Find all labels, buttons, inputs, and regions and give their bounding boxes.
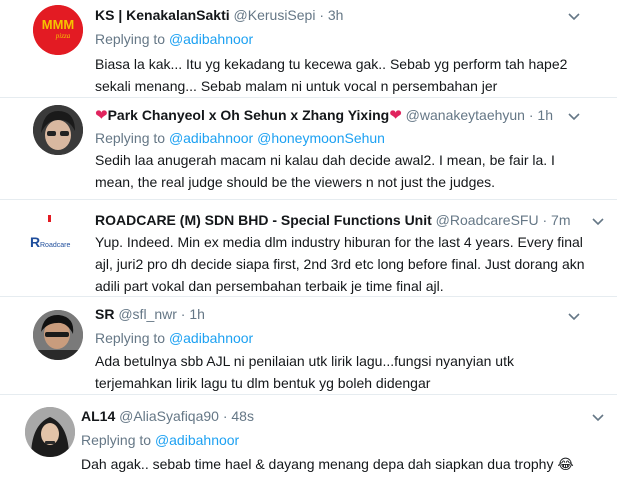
heart-icon: ❤ <box>95 107 108 124</box>
reply-mention-link[interactable]: @adibahnoor <box>169 130 253 146</box>
timestamp[interactable]: · 3h <box>319 7 343 23</box>
author-handle[interactable]: @RoadcareSFU <box>436 212 539 228</box>
replying-to-label: Replying to <box>95 31 166 47</box>
author-handle[interactable]: @wanakeytaehyun <box>406 107 525 123</box>
svg-text:MMM: MMM <box>42 17 75 32</box>
roadcare-logo-text: Roadcare <box>40 242 70 249</box>
author-name[interactable]: ROADCARE (M) SDN BHD - Special Functions… <box>95 212 432 228</box>
avatar[interactable] <box>25 407 75 457</box>
reply-mention-link[interactable]: @adibahnoor <box>155 432 239 448</box>
replying-to-label: Replying to <box>95 130 166 146</box>
tweet-text: Yup. Indeed. Min ex media dlm industry h… <box>95 234 585 294</box>
replying-to-label: Replying to <box>95 330 166 346</box>
chevron-down-icon[interactable] <box>590 213 606 229</box>
tweet[interactable]: AL14 @AliaSyafiqa90 · 48s Replying to @a… <box>0 395 617 482</box>
avatar[interactable]: MMM pizza <box>33 5 83 55</box>
tweet-text: Sedih laa anugerah macam ni kalau dah de… <box>95 152 555 190</box>
svg-text:pizza: pizza <box>55 32 71 40</box>
heart-icon: ❤ <box>389 107 402 124</box>
author-name[interactable]: KS | KenakalanSakti <box>95 7 230 23</box>
author-handle[interactable]: @sfl_nwr <box>118 306 177 322</box>
timestamp[interactable]: · 48s <box>223 408 254 424</box>
timestamp[interactable]: · 1h <box>529 107 553 123</box>
author-handle[interactable]: @AliaSyafiqa90 <box>119 408 219 424</box>
tweet[interactable]: SR @sfl_nwr · 1h Replying to @adibahnoor… <box>0 297 617 395</box>
tweet-text: Dah agak.. sebab time hael & dayang mena… <box>81 456 574 472</box>
replying-to-label: Replying to <box>81 432 152 448</box>
avatar[interactable] <box>33 105 83 155</box>
svg-text:R: R <box>30 234 40 250</box>
author-name[interactable]: AL14 <box>81 408 115 424</box>
tweet[interactable]: MMM pizza KS | KenakalanSakti @KerusiSep… <box>0 0 617 98</box>
tweet[interactable]: ❤Park Chanyeol x Oh Sehun x Zhang Yixing… <box>0 98 617 200</box>
chevron-down-icon[interactable] <box>566 308 582 324</box>
chevron-down-icon[interactable] <box>566 108 582 124</box>
avatar[interactable]: R Roadcare <box>25 210 85 260</box>
tweet-text: Biasa la kak... Itu yg kekadang tu kecew… <box>95 56 568 94</box>
timestamp[interactable]: · 1h <box>181 306 205 322</box>
reply-mention-link[interactable]: @adibahnoor <box>169 330 253 346</box>
author-name[interactable]: Park Chanyeol x Oh Sehun x Zhang Yixing <box>108 107 390 123</box>
reply-mention-link[interactable]: @honeymoonSehun <box>257 130 385 146</box>
chevron-down-icon[interactable] <box>566 8 582 24</box>
timestamp[interactable]: · 7m <box>542 212 570 228</box>
reply-mention-link[interactable]: @adibahnoor <box>169 31 253 47</box>
chevron-down-icon[interactable] <box>590 409 606 425</box>
author-handle[interactable]: @KerusiSepi <box>234 7 316 23</box>
author-name[interactable]: SR <box>95 306 114 322</box>
tweet[interactable]: R Roadcare ROADCARE (M) SDN BHD - Specia… <box>0 200 617 297</box>
avatar[interactable] <box>33 310 83 360</box>
tweet-text: Ada betulnya sbb AJL ni penilaian utk li… <box>95 353 514 391</box>
